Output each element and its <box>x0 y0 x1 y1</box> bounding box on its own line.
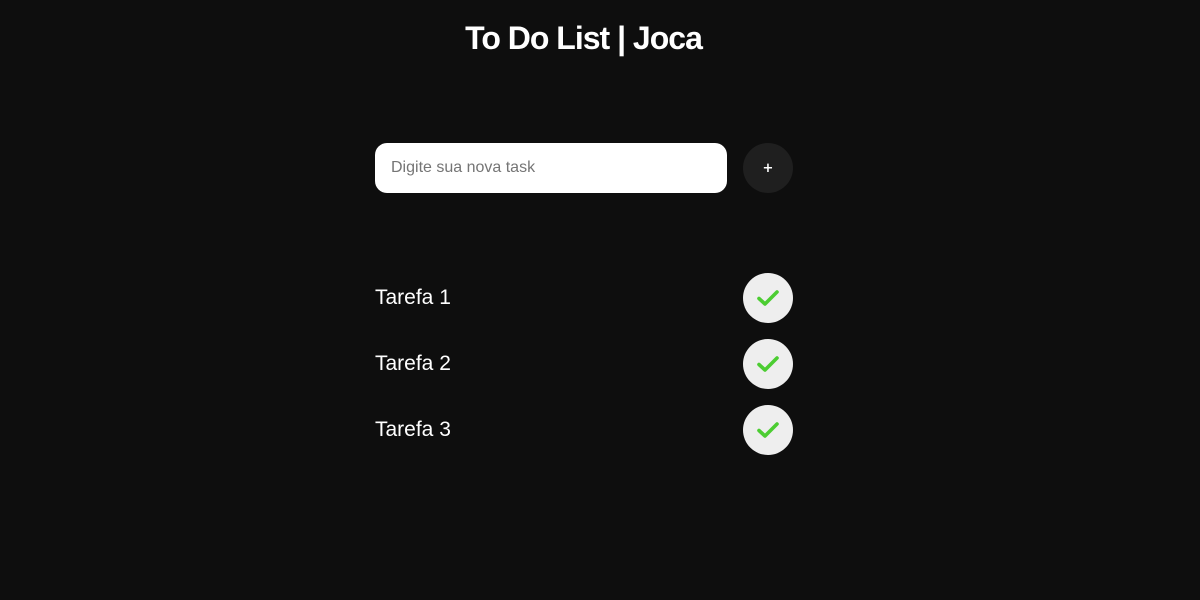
todo-app: To Do List | Joca + Tarefa 1 Tarefa 2 T <box>0 0 1200 600</box>
complete-task-button[interactable] <box>743 273 793 323</box>
check-icon <box>757 355 779 373</box>
task-label: Tarefa 2 <box>375 352 451 375</box>
task-item: Tarefa 2 <box>375 339 793 389</box>
check-icon <box>757 421 779 439</box>
new-task-form: + <box>375 143 793 193</box>
complete-task-button[interactable] <box>743 405 793 455</box>
task-label: Tarefa 1 <box>375 286 451 309</box>
task-label: Tarefa 3 <box>375 418 451 441</box>
plus-icon: + <box>762 160 774 176</box>
task-list: Tarefa 1 Tarefa 2 Tarefa 3 <box>375 273 793 471</box>
task-item: Tarefa 1 <box>375 273 793 323</box>
complete-task-button[interactable] <box>743 339 793 389</box>
new-task-input[interactable] <box>375 143 727 193</box>
check-icon <box>757 289 779 307</box>
add-task-button[interactable]: + <box>743 143 793 193</box>
page-title: To Do List | Joca <box>465 20 703 56</box>
task-item: Tarefa 3 <box>375 405 793 455</box>
